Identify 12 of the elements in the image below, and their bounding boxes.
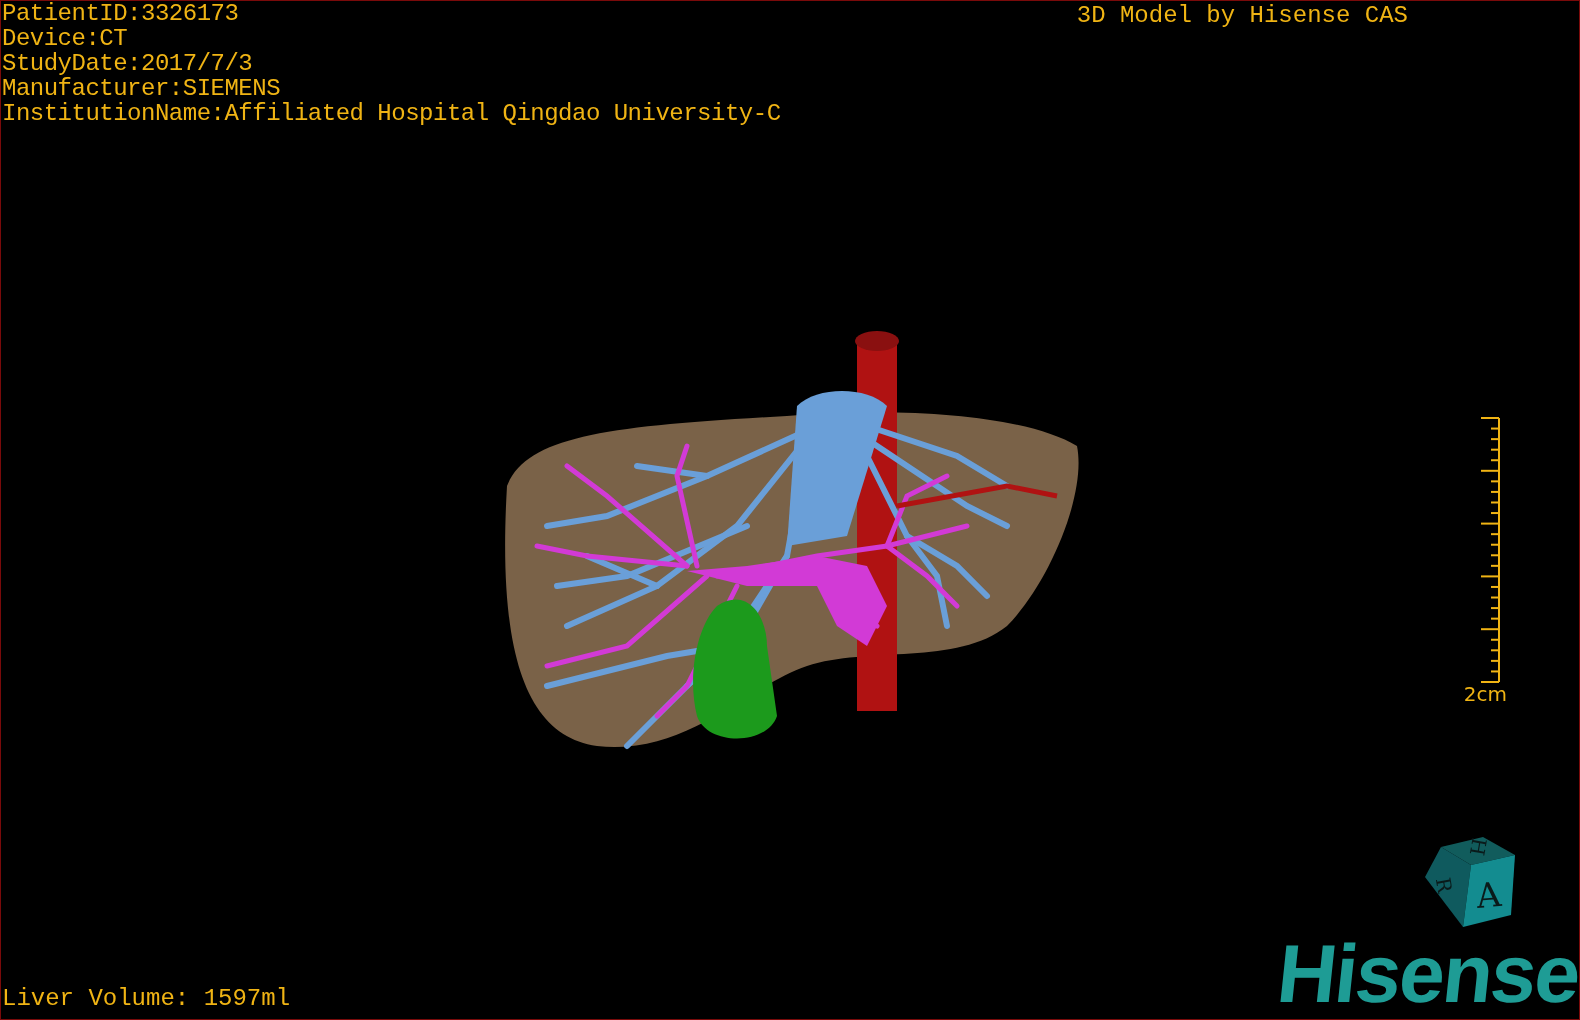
dicom-info-text: InstitutionName:Affiliated Hospital Qingdao University-C [2, 101, 781, 126]
scale-label: 2cm [1463, 682, 1507, 705]
brand-logo: Hisense [1274, 935, 1580, 1013]
cube-face-letter: R [1430, 875, 1458, 895]
dicom-info-text: Device:CT [2, 26, 129, 51]
liver-volume-text: Liver Volume: 1597ml [1, 987, 291, 1014]
cube-face-letter: A [1474, 874, 1503, 916]
dicom-info-text: StudyDate:2017/7/3 [2, 51, 254, 76]
dicom-info-text: Manufacturer:SIEMENS [2, 76, 282, 101]
viewer-title: 3D Model by Hisense CAS [1076, 1, 1408, 31]
cube-face-letter: H [1464, 836, 1492, 858]
dicom-info-text: PatientID:3326173 [2, 1, 240, 26]
